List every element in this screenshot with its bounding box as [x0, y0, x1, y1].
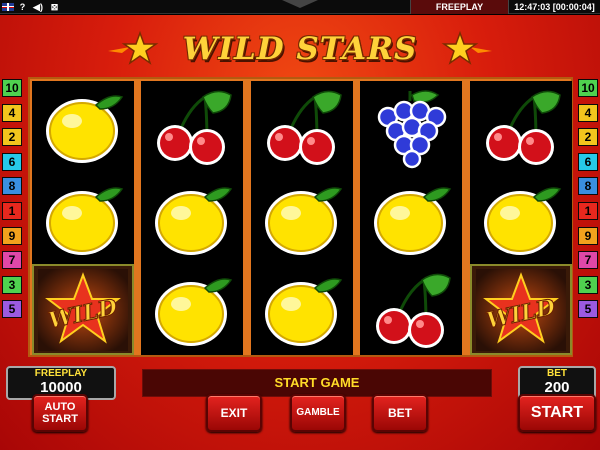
lemon-icon — [264, 278, 342, 346]
reel-4 — [360, 81, 463, 355]
reel-1: WILD — [32, 81, 134, 355]
help-button[interactable]: ? — [16, 1, 29, 13]
top-status-bar: ? ◀) ⊠ FREEPLAY 12:47:03 [00:00:04] — [0, 0, 600, 14]
cherry-icon — [157, 90, 233, 165]
lemon-icon — [483, 186, 561, 255]
logo-star-right-icon — [441, 30, 492, 65]
reel-2 — [141, 81, 244, 355]
logo-star-left-icon — [108, 30, 159, 65]
grapes-icon — [377, 90, 447, 169]
lemon-icon — [155, 278, 233, 346]
reel-5: WILD — [469, 81, 572, 355]
exit-button[interactable]: EXIT — [206, 394, 262, 432]
payline-badge-right-1: 1 — [578, 201, 598, 220]
auto-start-button[interactable]: AUTO START — [32, 394, 88, 432]
wild-symbol: WILD — [469, 264, 572, 355]
reels-frame: WILD WILD — [28, 77, 573, 357]
payline-badge-left-9: 9 — [2, 226, 22, 245]
clock-readout: 12:47:03 [00:00:04] — [508, 0, 600, 14]
language-flag-icon[interactable] — [2, 3, 14, 11]
reel-3 — [250, 81, 353, 355]
wild-symbol: WILD — [32, 264, 134, 355]
mode-indicator: FREEPLAY — [410, 0, 508, 14]
wild-icon: WILD — [475, 269, 566, 351]
logo-title: WILD STARS — [182, 31, 418, 67]
cherry-symbol — [470, 81, 572, 172]
payline-badge-left-6: 6 — [2, 152, 22, 171]
payline-badge-right-3: 3 — [578, 275, 598, 294]
grapes-symbol — [360, 81, 462, 172]
wild-icon: WILD — [38, 269, 128, 351]
lemon-symbol — [141, 173, 243, 264]
game-logo: WILD STARS — [108, 27, 492, 71]
cherry-icon — [485, 90, 561, 165]
lemon-icon — [46, 186, 124, 255]
payline-badge-left-2: 2 — [2, 128, 22, 147]
auto-start-label-line1: AUTO — [44, 401, 76, 413]
lemon-symbol — [251, 264, 353, 355]
payline-badge-left-10: 10 — [2, 79, 22, 97]
payline-badge-left-8: 8 — [2, 177, 22, 196]
lemon-symbol — [141, 264, 243, 355]
payline-badge-left-1: 1 — [2, 201, 22, 220]
menu-pull-tab[interactable] — [282, 0, 318, 8]
payline-badge-left-7: 7 — [2, 251, 22, 270]
auto-start-label-line2: START — [42, 413, 78, 425]
status-message: START GAME — [142, 369, 492, 397]
payline-badge-right-7: 7 — [578, 251, 598, 270]
payline-badge-right-6: 6 — [578, 152, 598, 171]
lemon-icon — [155, 186, 233, 255]
start-button[interactable]: START — [518, 394, 596, 432]
payline-badge-right-2: 2 — [578, 128, 598, 147]
lemon-symbol — [32, 173, 134, 264]
paylines-left: 10 4 2 6 8 1 9 7 3 5 — [2, 79, 22, 325]
cherry-symbol — [360, 264, 462, 355]
lemon-icon — [374, 186, 452, 255]
payline-badge-right-5: 5 — [578, 300, 598, 319]
cherry-icon — [266, 90, 342, 165]
lemon-icon — [46, 95, 124, 163]
payline-badge-right-10: 10 — [578, 79, 598, 97]
paylines-right: 10 4 2 6 8 1 9 7 3 5 — [578, 79, 598, 325]
gamble-button[interactable]: GAMBLE — [290, 394, 346, 432]
lemon-symbol — [32, 81, 134, 172]
payline-badge-left-4: 4 — [2, 103, 22, 122]
fullscreen-icon[interactable]: ⊠ — [48, 1, 61, 13]
payline-badge-right-9: 9 — [578, 226, 598, 245]
payline-badge-right-8: 8 — [578, 177, 598, 196]
payline-badge-left-5: 5 — [2, 300, 22, 319]
bet-caption: BET — [547, 368, 567, 379]
game-stage: WILD STARS 10 4 2 6 8 1 9 7 3 5 10 4 2 6 8 1 9 7 3 5 WILD W… — [0, 15, 600, 450]
payline-badge-right-4: 4 — [578, 103, 598, 122]
cherry-icon — [376, 273, 451, 348]
lemon-symbol — [251, 173, 353, 264]
sound-icon[interactable]: ◀) — [30, 1, 46, 13]
payline-badge-left-3: 3 — [2, 275, 22, 294]
cherry-symbol — [141, 81, 243, 172]
cherry-symbol — [251, 81, 353, 172]
bet-button[interactable]: BET — [372, 394, 428, 432]
freeplay-caption: FREEPLAY — [34, 368, 88, 379]
lemon-symbol — [470, 173, 572, 264]
lemon-symbol — [360, 173, 462, 264]
lemon-icon — [264, 186, 342, 255]
